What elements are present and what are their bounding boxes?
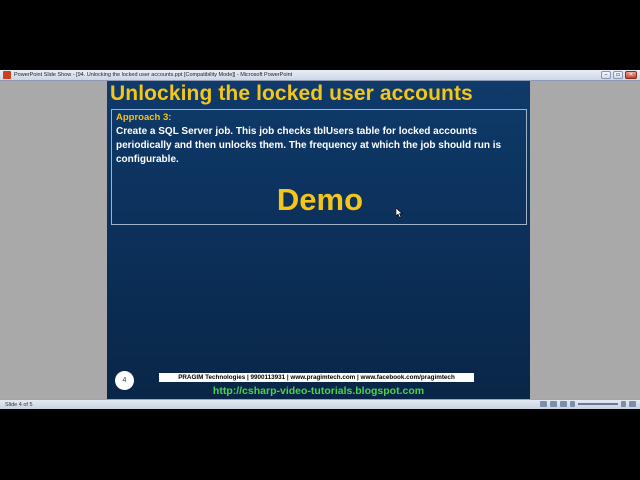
body-text: Create a SQL Server job. This job checks…	[116, 126, 502, 165]
screen: PowerPoint Slide Show - [94. Unlocking t…	[0, 0, 640, 480]
normal-view-icon[interactable]	[540, 401, 547, 407]
minimize-button[interactable]: –	[601, 71, 611, 79]
zoom-in-icon[interactable]	[621, 401, 626, 407]
window-controls: – ▫ ×	[601, 71, 637, 79]
fit-slide-icon[interactable]	[629, 401, 636, 407]
status-icons	[540, 401, 636, 407]
window-title-bar[interactable]: PowerPoint Slide Show - [94. Unlocking t…	[0, 70, 640, 81]
mouse-cursor-icon	[396, 208, 403, 218]
close-button[interactable]: ×	[625, 71, 637, 79]
demo-heading: Demo	[276, 182, 364, 217]
slide-sorter-icon[interactable]	[550, 401, 557, 407]
zoom-out-icon[interactable]	[570, 401, 575, 407]
powerpoint-icon	[3, 71, 11, 79]
approach-label: Approach 3:	[116, 112, 172, 123]
content-box: Approach 3: Create a SQL Server job. Thi…	[111, 109, 527, 225]
restore-button[interactable]: ▫	[613, 71, 623, 79]
status-bar: Slide 4 of 5	[0, 399, 640, 409]
slide[interactable]: Unlocking the locked user accounts Appro…	[107, 81, 530, 399]
slide-title: Unlocking the locked user accounts	[110, 82, 473, 105]
blog-link[interactable]: http://csharp-video-tutorials.blogspot.c…	[107, 385, 530, 397]
footer-banner: PRAGIM Technologies | 9900113931 | www.p…	[159, 373, 474, 382]
window-title: PowerPoint Slide Show - [94. Unlocking t…	[14, 72, 293, 78]
slide-indicator: Slide 4 of 5	[5, 401, 33, 408]
zoom-slider[interactable]	[578, 403, 618, 405]
slideshow-icon[interactable]	[560, 401, 567, 407]
